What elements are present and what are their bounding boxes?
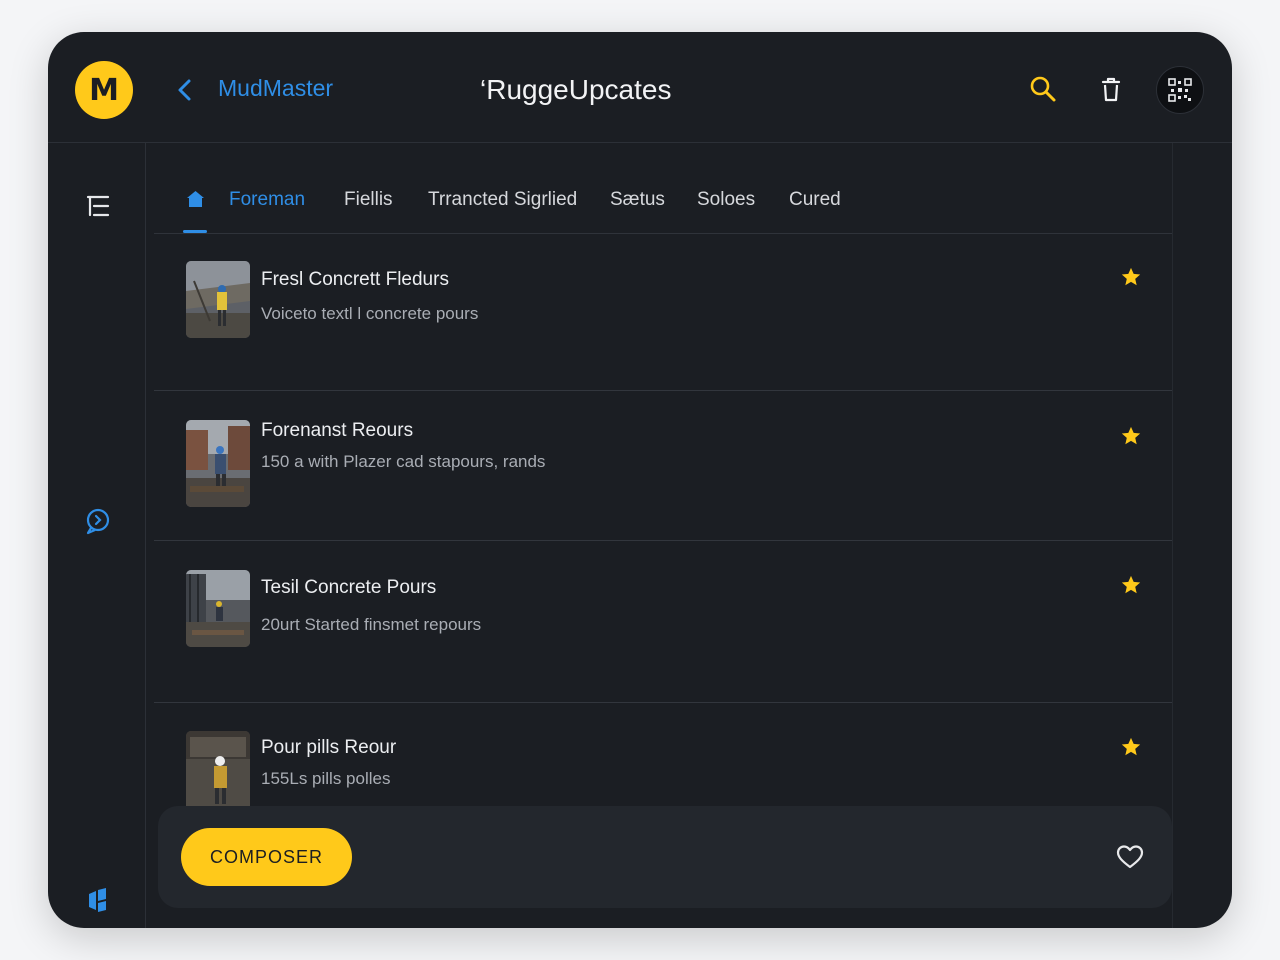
active-tab-indicator <box>183 230 207 233</box>
tab-trrancted-sigrlied[interactable]: Trrancted Sigrlied <box>428 189 577 211</box>
app-logo: M <box>75 61 133 119</box>
item-subtitle: 150 a with Plazer cad stapours, rands <box>261 452 546 471</box>
heart-icon[interactable] <box>1116 844 1144 870</box>
star-icon[interactable] <box>1120 425 1142 447</box>
tab-cured[interactable]: Cured <box>789 189 841 211</box>
item-title: Tesil Concrete Pours <box>261 577 437 598</box>
blocks-icon[interactable] <box>84 886 112 914</box>
tab-bar: Foreman Fiellis Trrancted Sigrlied Sætus… <box>154 143 1172 234</box>
tab-fiellis[interactable]: Fiellis <box>344 189 393 211</box>
list-item[interactable]: Forenanst Reours 150 a with Plazer cad s… <box>154 391 1172 541</box>
trash-icon[interactable] <box>1096 74 1126 104</box>
bottom-action-bar: COMPOSER <box>158 806 1172 908</box>
item-subtitle: 20urt Started finsmet repours <box>261 615 482 634</box>
star-icon[interactable] <box>1120 736 1142 758</box>
item-title: Fresl Concrett Fledurs <box>261 269 449 290</box>
profile-avatar[interactable] <box>1156 66 1204 114</box>
item-title: Pour pills Reour <box>261 737 397 758</box>
item-thumbnail <box>186 420 250 507</box>
item-title: Forenanst Reours <box>261 420 414 441</box>
home-icon <box>187 191 204 207</box>
top-bar: M MudMaster ‘RuggeUpcates <box>48 32 1232 143</box>
compose-button[interactable]: COMPOSER <box>181 828 352 886</box>
app-window: M MudMaster ‘RuggeUpcates Foreman Fielli… <box>48 32 1232 928</box>
item-thumbnail <box>186 261 250 338</box>
list-tree-icon[interactable] <box>84 192 112 220</box>
item-thumbnail <box>186 570 250 647</box>
app-name-link[interactable]: MudMaster <box>218 75 333 102</box>
item-thumbnail <box>186 731 250 807</box>
search-icon[interactable] <box>1028 74 1058 104</box>
star-icon[interactable] <box>1120 266 1142 288</box>
list-item[interactable]: Fresl Concrett Fledurs Voiceto textl l c… <box>154 234 1172 391</box>
list-item[interactable]: Tesil Concrete Pours 20urt Started finsm… <box>154 541 1172 703</box>
tab-foreman[interactable]: Foreman <box>229 189 305 211</box>
item-subtitle: Voiceto textl l concrete pours <box>261 304 479 323</box>
tab-soloes[interactable]: Soloes <box>697 189 755 211</box>
star-icon[interactable] <box>1120 574 1142 596</box>
back-arrow-icon[interactable] <box>174 77 196 103</box>
item-subtitle: 155Ls pills polles <box>261 769 391 788</box>
qr-badge-icon <box>1168 78 1192 102</box>
page-title: ‘RuggeUpcates <box>480 74 672 105</box>
side-rail <box>48 143 146 928</box>
tab-saetus[interactable]: Sætus <box>610 189 665 211</box>
chat-search-icon[interactable] <box>84 507 112 535</box>
